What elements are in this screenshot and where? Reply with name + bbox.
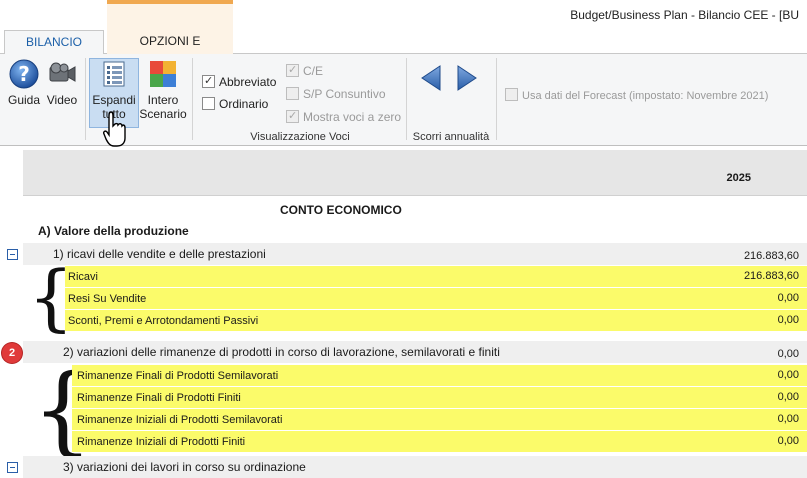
- group-label: 2) variazioni delle rimanenze di prodott…: [63, 345, 500, 359]
- separator: [496, 58, 497, 140]
- group-label: 1) ricavi delle vendite e delle prestazi…: [53, 247, 266, 261]
- detail-row[interactable]: Rimanenze Iniziali di Prodotti Finiti 0,…: [72, 431, 807, 453]
- group-value: 216.883,60: [743, 250, 799, 262]
- group-label: 3) variazioni dei lavori in corso su ord…: [63, 460, 306, 474]
- detail-label: Sconti, Premi e Arrotondamenti Passivi: [68, 315, 259, 327]
- arrow-right-icon[interactable]: [456, 64, 478, 92]
- expand-list-icon: [103, 61, 125, 87]
- sp-consuntivo-checkbox[interactable]: S/P Consuntivo: [286, 87, 386, 103]
- tab-bilancio-cee[interactable]: BILANCIO CEE: [4, 30, 104, 71]
- checkbox-box: [202, 97, 215, 110]
- detail-label: Rimanenze Finali di Prodotti Semilavorat…: [77, 370, 279, 382]
- help-icon: ?: [9, 59, 39, 89]
- detail-value: 0,00: [777, 292, 799, 304]
- detail-label: Ricavi: [68, 271, 98, 283]
- section-title: CONTO ECONOMICO: [280, 203, 402, 217]
- group-row[interactable]: 1) ricavi delle vendite e delle prestazi…: [23, 243, 807, 265]
- collapse-icon[interactable]: [7, 249, 18, 260]
- step-badge-2: 2: [2, 343, 22, 363]
- hand-cursor-icon: [103, 111, 126, 147]
- detail-value: 0,00: [777, 413, 799, 425]
- checkbox-box: [286, 63, 299, 77]
- guida-button[interactable]: ? Guida: [6, 58, 42, 107]
- separator: [192, 58, 193, 140]
- detail-value: 0,00: [777, 369, 799, 381]
- group-label-scorri: Scorri annualità: [412, 131, 490, 143]
- group-label-visualizzazione: Visualizzazione Voci: [250, 131, 350, 143]
- forecast-label: Usa dati del Forecast (impostato: Novemb…: [522, 90, 769, 102]
- scenario-grid-icon: [150, 61, 176, 87]
- video-button[interactable]: Video: [44, 58, 80, 107]
- tab-opzioni-stampa[interactable]: OPZIONI E STAMPA: [107, 30, 233, 70]
- video-camera-icon: [49, 62, 76, 82]
- window-title: Budget/Business Plan - Bilancio CEE - [B…: [570, 8, 799, 22]
- detail-label: Resi Su Vendite: [68, 293, 147, 305]
- guida-label: Guida: [7, 93, 41, 107]
- detail-row[interactable]: Ricavi 216.883,60: [65, 266, 807, 288]
- detail-row[interactable]: Sconti, Premi e Arrotondamenti Passivi 0…: [65, 310, 807, 332]
- mostra-voci-checkbox[interactable]: Mostra voci a zero: [286, 109, 402, 126]
- detail-row[interactable]: Rimanenze Finali di Prodotti Semilavorat…: [72, 365, 807, 387]
- video-label: Video: [46, 93, 78, 107]
- separator: [85, 58, 86, 140]
- group-row[interactable]: 2) variazioni delle rimanenze di prodott…: [23, 341, 807, 363]
- checkbox-box: [202, 74, 215, 88]
- separator: [406, 58, 407, 140]
- intero-label-1: Intero: [147, 93, 179, 107]
- forecast-checkbox[interactable]: Usa dati del Forecast (impostato: Novemb…: [505, 88, 768, 104]
- ribbon-tabs: BILANCIO CEE OPZIONI E STAMPA: [0, 30, 807, 71]
- ordinario-label: Ordinario: [219, 97, 269, 111]
- detail-row[interactable]: Resi Su Vendite 0,00: [65, 288, 807, 310]
- group-value: 0,00: [777, 348, 799, 360]
- column-header: 2025: [23, 150, 807, 196]
- checkbox-box: [286, 109, 299, 123]
- title-bar: Budget/Business Plan - Bilancio CEE - [B…: [0, 0, 807, 30]
- year-header: 2025: [726, 172, 751, 184]
- intero-label-2: Scenario: [139, 107, 187, 121]
- abbreviato-label: Abbreviato: [219, 75, 277, 89]
- detail-label: Rimanenze Iniziali di Prodotti Finiti: [77, 436, 246, 448]
- sp-consuntivo-label: S/P Consuntivo: [303, 87, 386, 101]
- detail-value: 0,00: [777, 314, 799, 326]
- subsection-title: A) Valore della produzione: [38, 224, 189, 238]
- ce-label: C/E: [303, 64, 324, 78]
- espandi-label-1: Espandi: [92, 93, 136, 107]
- arrow-left-icon[interactable]: [420, 64, 442, 92]
- detail-value: 0,00: [777, 435, 799, 447]
- collapse-icon[interactable]: [7, 462, 18, 473]
- sheet-area: 2025 CONTO ECONOMICO A) Valore della pro…: [0, 147, 807, 478]
- context-tab-strip: [107, 0, 233, 30]
- detail-value: 216.883,60: [743, 270, 799, 282]
- ordinario-checkbox[interactable]: Ordinario: [202, 97, 268, 113]
- abbreviato-checkbox[interactable]: Abbreviato: [202, 74, 277, 91]
- svg-text:?: ?: [18, 62, 30, 86]
- detail-label: Rimanenze Iniziali di Prodotti Semilavor…: [77, 414, 283, 426]
- ce-checkbox[interactable]: C/E: [286, 63, 324, 80]
- checkbox-box: [505, 88, 518, 101]
- detail-value: 0,00: [777, 391, 799, 403]
- mostra-voci-label: Mostra voci a zero: [303, 110, 402, 124]
- group-row[interactable]: 3) variazioni dei lavori in corso su ord…: [23, 456, 807, 478]
- detail-row[interactable]: Rimanenze Finali di Prodotti Finiti 0,00: [72, 387, 807, 409]
- detail-label: Rimanenze Finali di Prodotti Finiti: [77, 392, 241, 404]
- intero-scenario-button[interactable]: Intero Scenario: [139, 58, 187, 121]
- detail-row[interactable]: Rimanenze Iniziali di Prodotti Semilavor…: [72, 409, 807, 431]
- checkbox-box: [286, 87, 299, 100]
